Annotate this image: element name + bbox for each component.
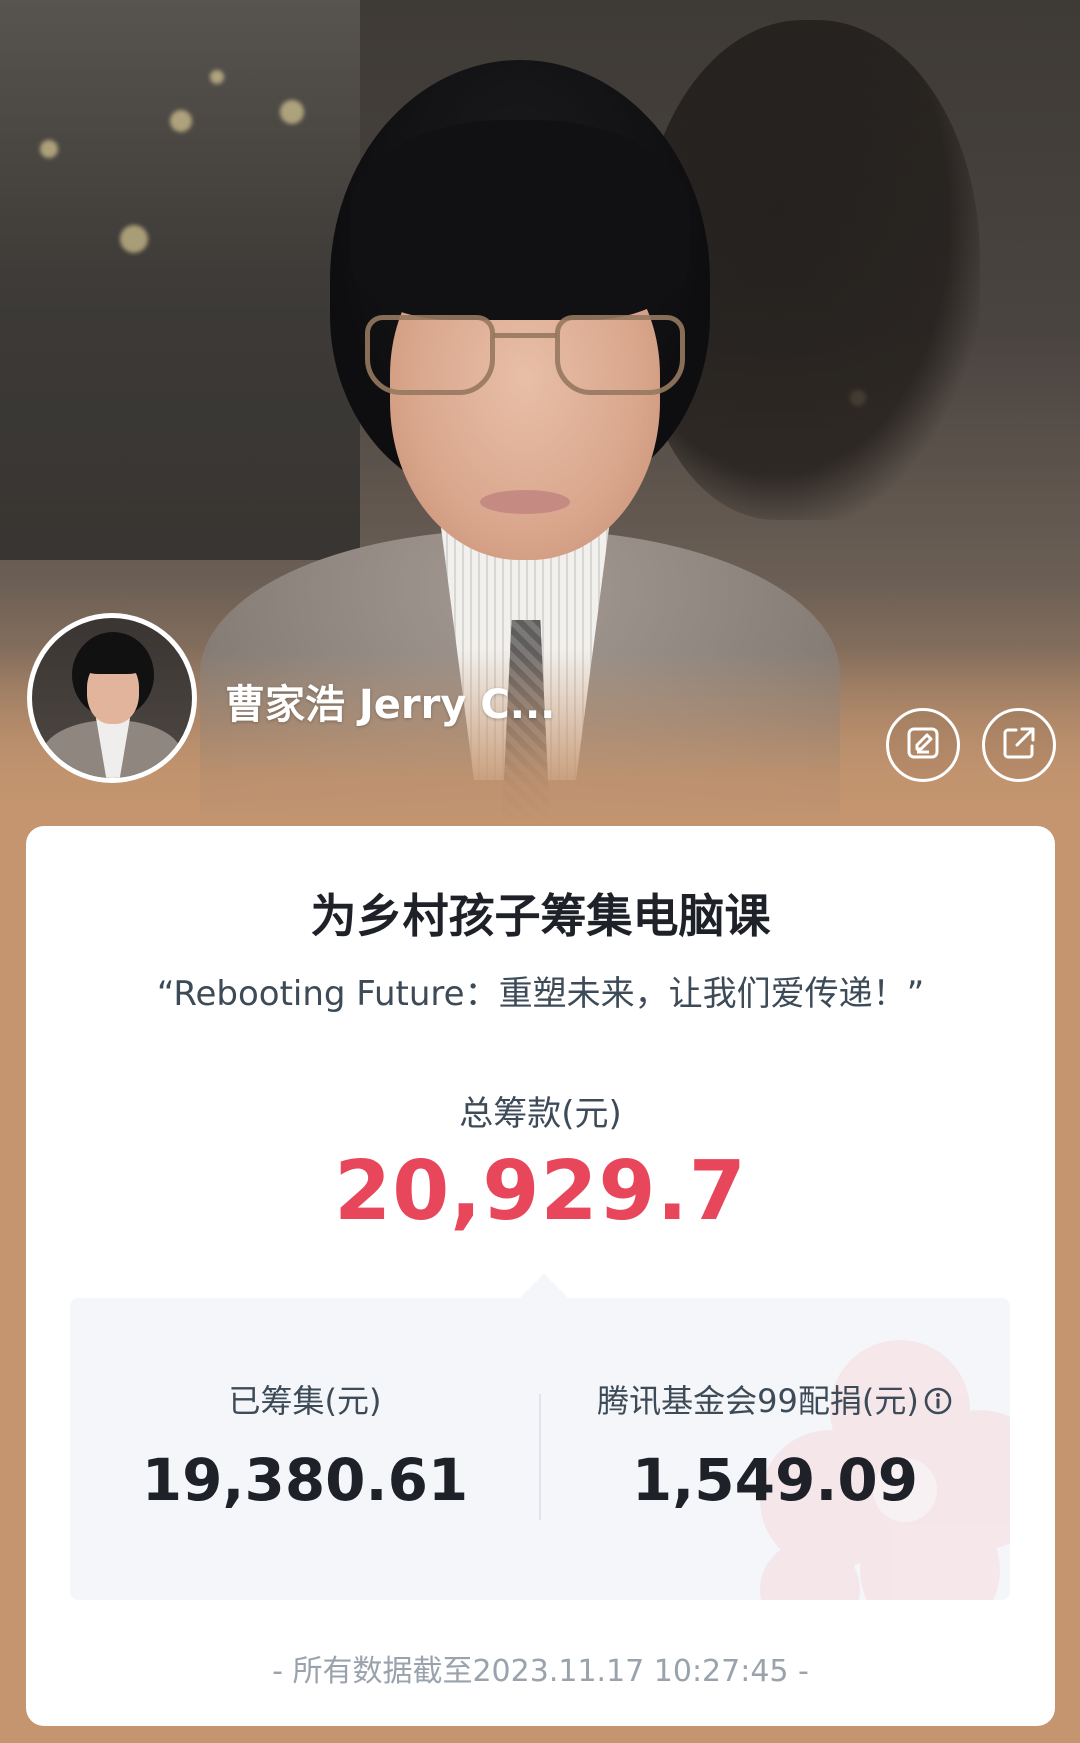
match-value: 1,549.09	[631, 1446, 919, 1514]
info-icon[interactable]	[923, 1386, 953, 1424]
project-title: 为乡村孩子筹集电脑课	[310, 889, 771, 943]
match-label-row: 腾讯基金会99配捐(元)	[540, 1376, 1010, 1424]
raised-value: 19,380.61	[141, 1446, 469, 1514]
match-stat: 腾讯基金会99配捐(元) 1,549.09	[540, 1298, 1010, 1600]
total-raised-label: 总筹款(元)	[459, 1094, 622, 1134]
data-timestamp: - 所有数据截至2023.11.17 10:27:45 -	[272, 1654, 809, 1689]
match-label: 腾讯基金会99配捐(元)	[597, 1382, 919, 1420]
raised-label: 已筹集(元)	[228, 1382, 382, 1420]
project-slogan: “Rebooting Future：重塑未来，让我们爱传递！”	[156, 974, 925, 1014]
fundraising-card: 为乡村孩子筹集电脑课 “Rebooting Future：重塑未来，让我们爱传递…	[26, 826, 1055, 1726]
avatar[interactable]	[27, 613, 197, 783]
user-name[interactable]: 曹家浩 Jerry C...	[225, 672, 555, 730]
stats-panel: 已筹集(元) 19,380.61 腾讯基金会99配捐(元) 1,549.09	[70, 1298, 1010, 1600]
share-icon	[1000, 724, 1038, 766]
stats-pointer	[520, 1274, 568, 1298]
total-raised-amount: 20,929.7	[334, 1144, 747, 1239]
edit-icon	[905, 725, 941, 765]
share-button[interactable]	[982, 708, 1056, 782]
raised-stat: 已筹集(元) 19,380.61	[70, 1298, 540, 1600]
edit-button[interactable]	[886, 708, 960, 782]
